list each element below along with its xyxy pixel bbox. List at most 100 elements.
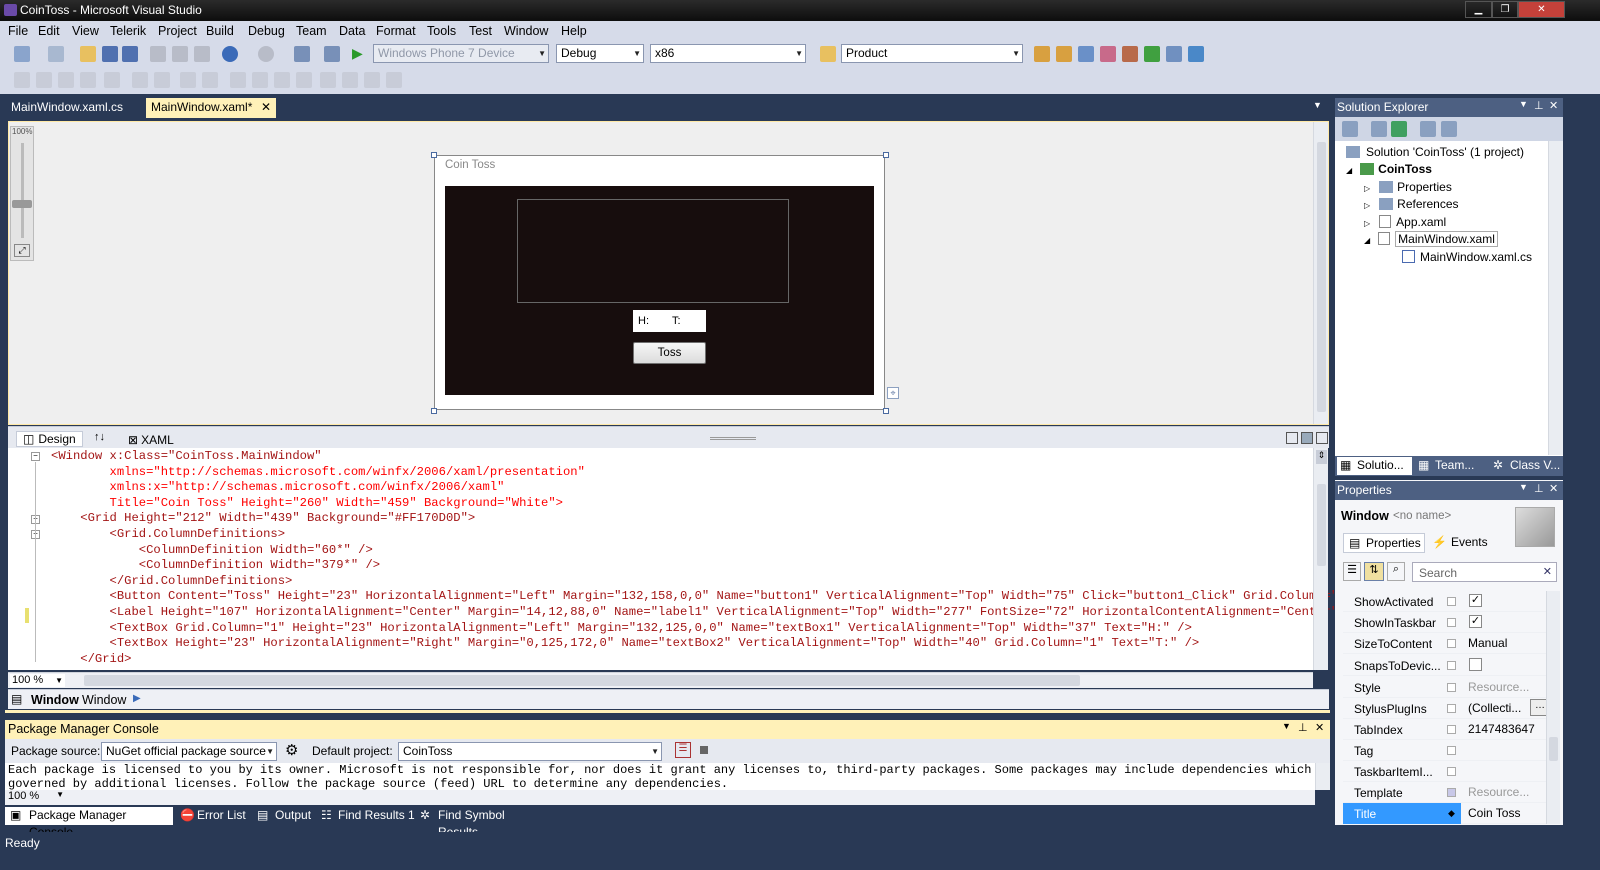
make-same-height-icon[interactable] [154,72,170,88]
menu-data[interactable]: Data [339,24,365,38]
add-item-icon[interactable] [48,46,64,62]
resize-handle[interactable] [431,152,437,158]
property-marker-icon[interactable] [1447,639,1456,648]
menu-team[interactable]: Team [296,24,327,38]
menu-format[interactable]: Format [376,24,416,38]
property-row-title[interactable]: Title ◆ Coin Toss [1343,803,1555,824]
categorized-view-icon[interactable]: ☰ [1343,562,1361,581]
collapsed-arrow-icon[interactable]: ▷ [1364,219,1370,228]
navigate-back-icon[interactable] [294,46,310,62]
props-pin-icon[interactable]: ⊥ [1534,482,1544,495]
editor-zoom-combo[interactable]: 100 % ▼ [10,674,65,687]
anchor-icon[interactable]: ⌖ [887,387,899,399]
menu-help[interactable]: Help [561,24,587,38]
property-row-style[interactable]: Style Resource... [1343,677,1555,698]
property-marker-icon[interactable] [1447,725,1456,734]
tab-find-symbol-results[interactable]: ✲Find Symbol Results [420,807,548,839]
tab-solution-explorer[interactable]: ▦ Solutio... [1337,457,1412,475]
mainwindow-xaml-cs-node[interactable]: MainWindow.xaml.cs [1402,250,1532,264]
breadcrumb-arrow-icon[interactable]: ▶ [133,693,141,704]
pmc-dropdown-icon[interactable]: ▼ [1282,721,1291,731]
menu-view[interactable]: View [72,24,99,38]
menu-file[interactable]: File [8,24,28,38]
view-designer-icon[interactable] [1441,121,1457,137]
close-icon[interactable]: ✕ [1518,1,1565,18]
properties-icon[interactable] [1342,121,1358,137]
collapse-pane-icon[interactable] [1316,432,1328,444]
align-centers-icon[interactable] [36,72,52,88]
pmc-output[interactable]: Each package is licensed to you by its o… [5,763,1315,790]
menu-debug[interactable]: Debug [248,24,285,38]
next-bookmark-icon[interactable] [364,72,380,88]
mainwindow-xaml-node[interactable]: ◢ MainWindow.xaml [1364,231,1498,247]
zoom-slider[interactable]: 100% ⤢ [10,126,34,261]
comment-icon[interactable] [274,72,290,88]
tab-error-list[interactable]: ⛔ Error List [178,807,250,825]
stop-icon[interactable] [700,746,708,754]
property-value[interactable]: Manual [1468,636,1507,650]
close-tab-icon[interactable]: ✕ [261,98,271,117]
design-tab[interactable]: ◫ Design [16,431,83,447]
tab-class-view[interactable]: ✲ Class V... [1490,457,1562,475]
platform-combo[interactable]: x86 ▼ [650,44,806,63]
collapse-region-icon[interactable]: − [31,452,40,461]
find-combo[interactable]: Product ▼ [841,44,1023,63]
center-vertically-icon[interactable] [202,72,218,88]
refresh-icon[interactable] [1391,121,1407,137]
redo-icon[interactable] [258,46,274,62]
zoom-thumb[interactable] [12,200,32,208]
bookmark-icon[interactable] [320,72,336,88]
property-row-snapstodevicepixels[interactable]: SnapsToDevic... [1343,655,1555,676]
property-marker-icon[interactable] [1447,767,1456,776]
collapsed-arrow-icon[interactable]: ▷ [1364,201,1370,210]
restore-icon[interactable]: ❐ [1492,1,1518,18]
resource-marker-icon[interactable] [1447,788,1456,797]
vertical-split-icon[interactable] [1286,432,1298,444]
new-project-icon[interactable] [14,46,30,62]
local-value-diamond-icon[interactable]: ◆ [1448,808,1455,819]
property-value[interactable]: 2147483647 [1468,722,1535,736]
alphabetical-sort-icon[interactable]: ⇅ [1364,562,1384,581]
tab-mainwindow-xaml[interactable]: MainWindow.xaml* ✕ [146,98,276,118]
pin-icon[interactable]: ⊥ [1298,721,1308,734]
menu-test[interactable]: Test [469,24,492,38]
package-source-combo[interactable]: NuGet official package source ▼ [101,742,277,761]
menu-edit[interactable]: Edit [38,24,60,38]
property-value[interactable]: Resource... [1468,785,1529,799]
start-page-icon[interactable] [1144,46,1160,62]
object-name-field[interactable]: <no name> [1393,510,1451,522]
property-marker-icon[interactable] [1447,661,1456,670]
menu-telerik[interactable]: Telerik [110,24,146,38]
property-marker-icon[interactable] [1447,597,1456,606]
props-dropdown-icon[interactable]: ▼ [1519,482,1528,492]
align-middles-icon[interactable] [104,72,120,88]
undo-icon[interactable] [222,46,238,62]
pmc-close-icon[interactable]: ✕ [1315,721,1324,734]
tab-output[interactable]: ▤ Output [255,807,317,825]
config-combo[interactable]: Debug ▼ [556,44,644,63]
property-marker-icon[interactable] [1447,683,1456,692]
property-marker-icon[interactable] [1447,704,1456,713]
save-all-icon[interactable] [122,46,138,62]
se-pin-icon[interactable]: ⊥ [1534,99,1544,112]
tab-find-results-1[interactable]: ☷ Find Results 1 [321,807,417,825]
property-row-template[interactable]: Template Resource... [1343,782,1555,803]
command-window-icon[interactable] [1166,46,1182,62]
expanded-arrow-icon[interactable]: ◢ [1346,166,1352,175]
menu-build[interactable]: Build [206,24,234,38]
tab-package-manager-console[interactable]: ▣Package Manager Console [5,807,173,839]
references-node[interactable]: ▷ References [1364,197,1459,211]
property-row-taskbariteminfo[interactable]: TaskbarItemI... [1343,761,1555,782]
split-editor-icon[interactable]: ⇕ [1316,450,1327,464]
editor-vertical-scrollbar[interactable]: ⇕ [1313,448,1328,670]
paste-icon[interactable] [194,46,210,62]
property-value[interactable]: Coin Toss [1468,806,1520,820]
breadcrumb-element[interactable]: Window [31,693,79,707]
open-file-icon[interactable] [80,46,96,62]
clear-search-icon[interactable]: ✕ [1543,565,1552,578]
checkbox-checked[interactable]: ✓ [1469,615,1482,628]
editor-horizontal-scrollbar[interactable]: 100 % ▼ [8,672,1313,688]
property-marker-icon[interactable] [1447,618,1456,627]
project-node[interactable]: ◢ CoinToss [1346,162,1432,176]
pmc-vertical-scrollbar[interactable] [1315,763,1330,790]
